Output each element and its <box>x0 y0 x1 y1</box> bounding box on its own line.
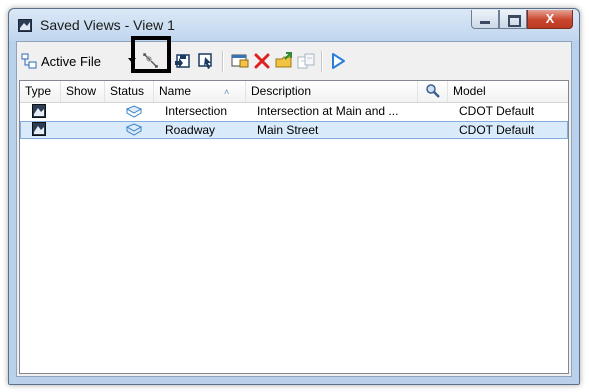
view-type-icon <box>32 104 46 118</box>
active-file-label: Active File <box>41 53 101 69</box>
saved-views-window: Saved Views - View 1 X Active File Type … <box>8 8 580 385</box>
column-chooser-icon <box>426 84 440 98</box>
row-name: Roadway <box>165 123 216 137</box>
row-description: Main Street <box>257 123 319 137</box>
list-item[interactable]: Intersection Intersection at Main and ..… <box>20 103 568 121</box>
active-file-icon <box>21 53 37 69</box>
client-area: Active File Type Show Status Name ˄ Desc… <box>16 36 572 377</box>
properties-icon[interactable] <box>230 51 250 71</box>
column-header-type[interactable]: Type <box>20 81 61 102</box>
column-header-show[interactable]: Show <box>61 81 105 102</box>
window-title: Saved Views - View 1 <box>40 17 175 33</box>
row-description: Intersection at Main and ... <box>257 104 399 118</box>
close-icon: X <box>545 11 555 26</box>
import-icon[interactable] <box>274 51 294 71</box>
play-icon[interactable] <box>328 51 348 71</box>
status-icon <box>125 105 143 118</box>
maximize-button[interactable] <box>499 10 527 29</box>
delete-icon[interactable] <box>252 51 272 71</box>
column-header-tool[interactable] <box>418 81 448 102</box>
export-icon[interactable] <box>296 51 316 71</box>
list-item-selected[interactable]: Roadway Main Street CDOT Default <box>20 121 568 139</box>
save-view-icon[interactable] <box>174 51 194 71</box>
column-header-description[interactable]: Description <box>246 81 418 102</box>
saved-views-app-icon <box>18 19 32 32</box>
close-button[interactable]: X <box>527 10 573 29</box>
column-header-model[interactable]: Model <box>448 81 564 102</box>
view-type-icon <box>32 122 46 136</box>
minimize-button[interactable] <box>471 10 499 29</box>
minimize-icon <box>480 21 490 24</box>
toolbar-separator <box>321 51 323 72</box>
maximize-icon <box>508 15 521 27</box>
highlight-frame <box>131 36 171 73</box>
title-bar[interactable]: Saved Views - View 1 X <box>9 9 579 41</box>
list-header: Type Show Status Name ˄ Description Mode… <box>20 81 568 103</box>
row-model: CDOT Default <box>459 123 535 137</box>
row-model: CDOT Default <box>459 104 535 118</box>
toolbar-separator <box>222 51 224 72</box>
sort-ascending-icon: ˄ <box>224 87 230 97</box>
apply-view-icon[interactable] <box>196 51 216 71</box>
row-name: Intersection <box>165 104 228 118</box>
status-icon <box>125 123 143 136</box>
toolbar: Active File <box>17 36 571 80</box>
active-file-dropdown[interactable]: Active File <box>21 51 133 71</box>
saved-views-list[interactable]: Type Show Status Name ˄ Description Mode… <box>19 80 569 374</box>
column-header-status[interactable]: Status <box>105 81 154 102</box>
column-header-name[interactable]: Name ˄ <box>154 81 246 102</box>
